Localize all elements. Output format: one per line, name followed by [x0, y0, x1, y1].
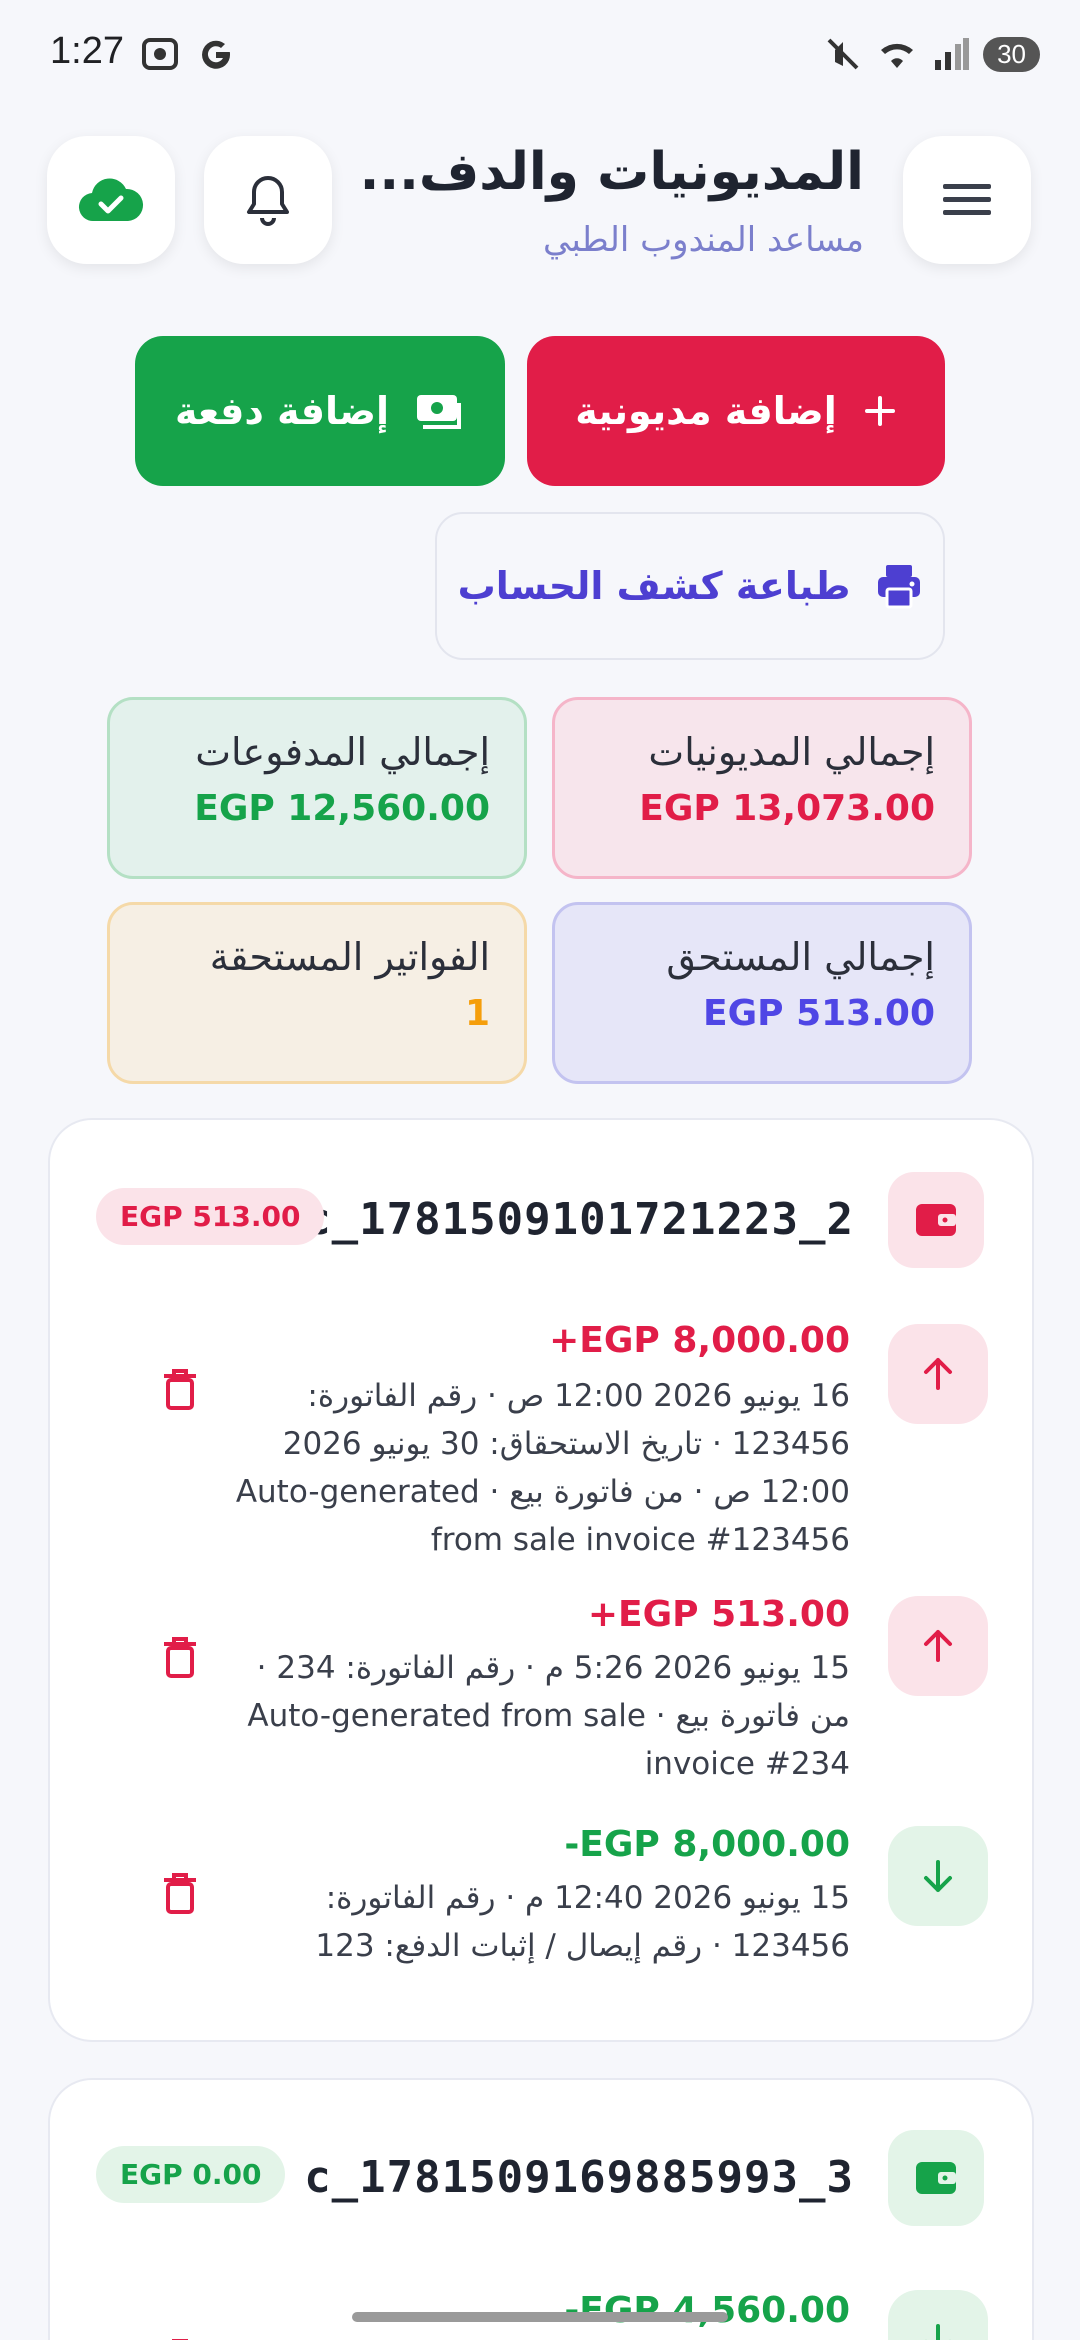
arrow-up-badge: [888, 1596, 988, 1696]
notifications-button[interactable]: [204, 136, 332, 264]
customer-card[interactable]: c_1781509101721223_2 EGP 513.00 +EGP 8,0…: [48, 1118, 1034, 2042]
stat-total-payments: إجمالي المدفوعات EGP 12,560.00: [107, 697, 527, 879]
cloud-check-icon: [78, 178, 144, 222]
trash-icon: [164, 1369, 196, 1410]
trash-icon: [164, 1637, 196, 1678]
wallet-icon: [916, 1204, 956, 1236]
bell-icon: [247, 176, 289, 226]
transaction-details: 15 يونيو 2026 5:26 م · رقم الفاتورة: 234…: [247, 1650, 850, 1782]
stat-due-invoices: الفواتير المستحقة 1: [107, 902, 527, 1084]
money-icon: [417, 395, 462, 429]
print-statement-button[interactable]: طباعة كشف الحساب: [435, 512, 945, 660]
arrow-up-badge: [888, 1324, 988, 1424]
arrow-down-icon: [926, 2324, 950, 2340]
home-indicator[interactable]: [352, 2312, 728, 2322]
stat-label: إجمالي المستحق: [666, 935, 935, 979]
sync-button[interactable]: [47, 136, 175, 264]
wallet-icon: [916, 2162, 956, 2194]
add-debt-label: إضافة مديونية: [575, 389, 837, 433]
delete-button[interactable]: [150, 2330, 210, 2340]
status-time: 1:27: [50, 30, 124, 72]
stat-label: الفواتير المستحقة: [209, 935, 490, 979]
stat-total-debts: إجمالي المديونيات EGP 13,073.00: [552, 697, 972, 879]
status-bar: 1:27 30: [0, 0, 1080, 110]
trash-icon: [164, 1873, 196, 1914]
arrow-down-badge: [888, 1826, 988, 1926]
plus-icon: [864, 396, 895, 426]
page-subtitle: مساعد المندوب الطبي: [543, 220, 864, 260]
stat-value: 1: [464, 993, 490, 1034]
status-left-icons: [140, 34, 236, 74]
arrow-up-icon: [924, 1630, 952, 1662]
stat-label: إجمالي المدفوعات: [195, 730, 490, 774]
transaction-amount: +EGP 8,000.00: [549, 1320, 850, 1361]
stat-value: EGP 13,073.00: [639, 788, 935, 829]
menu-button[interactable]: [903, 136, 1031, 264]
customer-name: c_1781509101721223_2: [304, 1194, 854, 1245]
wallet-badge: [888, 1172, 984, 1268]
arrow-down-icon: [924, 1860, 952, 1892]
stat-label: إجمالي المديونيات: [648, 730, 935, 774]
signal-icon: [935, 38, 970, 70]
arrow-up-icon: [924, 1358, 952, 1390]
wifi-icon: [881, 43, 914, 68]
delete-button[interactable]: [150, 1628, 210, 1688]
balance-badge: EGP 513.00: [96, 1188, 325, 1245]
google-icon: [202, 40, 231, 69]
battery-indicator: 30: [983, 36, 1040, 72]
mute-icon: [827, 38, 859, 70]
transaction-amount: -EGP 8,000.00: [564, 1824, 850, 1865]
add-payment-label: إضافة دفعة: [174, 389, 390, 433]
customer-card[interactable]: c_1781509169885993_3 EGP 0.00 -EGP 4,560…: [48, 2078, 1034, 2340]
wallet-badge: [888, 2130, 984, 2226]
printer-icon: [878, 565, 921, 609]
add-debt-button[interactable]: إضافة مديونية: [527, 336, 945, 486]
balance-badge: EGP 0.00: [96, 2146, 286, 2203]
menu-icon: [943, 184, 991, 215]
delete-button[interactable]: [150, 1360, 210, 1420]
arrow-down-badge: [888, 2290, 988, 2340]
stat-total-due: إجمالي المستحق EGP 513.00: [552, 902, 972, 1084]
transaction-details: 15 يونيو 2026 12:40 م · رقم الفاتورة: 12…: [315, 1880, 850, 1964]
add-payment-button[interactable]: إضافة دفعة: [135, 336, 505, 486]
transaction-amount: -EGP 4,560.00: [564, 2290, 850, 2331]
screenshot-icon: [142, 38, 178, 70]
customer-name: c_1781509169885993_3: [304, 2152, 854, 2203]
page-title: المديونيات والدف...: [359, 142, 864, 202]
transaction-details: 16 يونيو 2026 12:00 ص · رقم الفاتورة: 12…: [235, 1378, 850, 1558]
stat-value: EGP 12,560.00: [194, 788, 490, 829]
print-statement-label: طباعة كشف الحساب: [457, 564, 851, 608]
status-right-icons: 30: [823, 34, 1040, 74]
transaction-amount: +EGP 513.00: [587, 1594, 850, 1635]
delete-button[interactable]: [150, 1864, 210, 1924]
stat-value: EGP 513.00: [703, 993, 935, 1034]
